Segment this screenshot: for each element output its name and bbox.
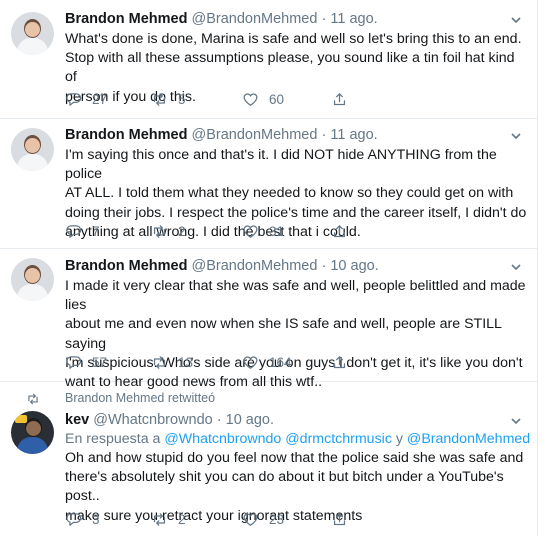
tweet-text-line: AT ALL. I told them what they needed to …	[65, 185, 514, 202]
tweet-header: kev @Whatcnbrowndo · 10 ago.	[65, 411, 274, 429]
share-icon	[333, 512, 346, 525]
retweeted-by-label[interactable]: Brandon Mehmed retwitteó	[65, 391, 215, 405]
heart-icon	[243, 355, 258, 369]
chevron-down-icon[interactable]	[510, 261, 522, 273]
tweet[interactable]: Brandon Mehmed @BrandonMehmed · 11 ago. …	[0, 0, 537, 119]
reply-context-conjunction: y	[395, 431, 403, 447]
share-button[interactable]	[331, 353, 348, 371]
separator-dot: ·	[321, 258, 327, 274]
retweet-count: 2	[178, 223, 186, 239]
like-count: 31	[269, 223, 285, 239]
reply-button[interactable]: 7	[65, 222, 100, 240]
share-button[interactable]	[331, 90, 348, 108]
avatar[interactable]	[11, 128, 54, 171]
author-name[interactable]: Brandon Mehmed	[65, 11, 187, 27]
retweet-icon	[153, 355, 166, 369]
reply-count: 27	[92, 91, 108, 107]
reply-count: 3	[92, 511, 100, 527]
tweet-actions: 27 5 60	[65, 90, 365, 108]
like-button[interactable]: 23	[242, 510, 284, 528]
tweet-actions: 57 13 164	[65, 353, 365, 371]
retweet-button[interactable]: 2	[151, 510, 186, 528]
retweet-count: 5	[178, 91, 186, 107]
tweet-text-line: I made it very clear that she was safe a…	[65, 278, 526, 314]
avatar[interactable]	[11, 12, 54, 55]
author-name[interactable]: Brandon Mehmed	[65, 258, 187, 274]
separator-dot: ·	[321, 11, 327, 27]
retweet-count: 2	[178, 511, 186, 527]
reply-icon	[66, 224, 82, 238]
reply-button[interactable]: 57	[65, 353, 107, 371]
tweet-text-line: Stop with all these assumptions please, …	[65, 50, 515, 86]
reply-button[interactable]: 27	[65, 90, 107, 108]
tweet[interactable]: Brandon Mehmed @BrandonMehmed · 10 ago. …	[0, 248, 537, 390]
like-button[interactable]: 164	[242, 353, 292, 371]
author-handle[interactable]: @Whatcnbrowndo	[93, 412, 213, 428]
author-handle[interactable]: @BrandonMehmed	[191, 127, 317, 143]
reply-icon	[66, 512, 82, 526]
share-icon	[333, 224, 346, 237]
retweet-icon	[28, 393, 38, 405]
mention-link[interactable]: @drmctchrmusic	[285, 431, 392, 447]
like-count: 164	[269, 354, 292, 370]
tweet-text-line: about me and even now when she IS safe a…	[65, 316, 502, 352]
timeline: Brandon Mehmed @BrandonMehmed · 11 ago. …	[0, 0, 538, 536]
author-name[interactable]: kev	[65, 412, 89, 428]
heart-icon	[243, 224, 258, 238]
tweet-actions: 7 2 31	[65, 222, 365, 240]
tweet[interactable]: Brandon Mehmed @BrandonMehmed · 11 ago. …	[0, 118, 537, 249]
like-count: 23	[269, 511, 285, 527]
author-handle[interactable]: @BrandonMehmed	[191, 258, 317, 274]
timestamp[interactable]: 10 ago.	[330, 258, 378, 274]
tweet[interactable]: Brandon Mehmed retwitteó kev @Whatcnbrow…	[0, 381, 537, 536]
like-button[interactable]: 31	[242, 222, 284, 240]
retweet-icon	[153, 512, 166, 526]
retweet-icon	[153, 92, 166, 106]
avatar[interactable]	[11, 411, 54, 454]
tweet-text-line: there's absolutely shit you can do about…	[65, 469, 504, 505]
heart-icon	[243, 92, 258, 106]
mention-link[interactable]: @Whatcnbrowndo	[164, 431, 281, 447]
separator-dot: ·	[216, 412, 222, 428]
timestamp[interactable]: 11 ago.	[330, 11, 377, 27]
separator-dot: ·	[321, 127, 327, 143]
tweet-text-line: I'm saying this once and that's it. I di…	[65, 147, 497, 183]
retweet-icon	[153, 224, 166, 238]
reply-button[interactable]: 3	[65, 510, 100, 528]
tweet-text-line: doing their jobs. I respect the police's…	[65, 204, 527, 221]
like-count: 60	[269, 91, 285, 107]
chevron-down-icon[interactable]	[510, 415, 522, 427]
reply-count: 7	[92, 223, 100, 239]
avatar[interactable]	[11, 258, 54, 301]
share-icon	[333, 92, 346, 105]
tweet-actions: 3 2 23	[65, 510, 365, 528]
reply-context-label: En respuesta a	[65, 431, 161, 447]
mention-link[interactable]: @BrandonMehmed	[407, 431, 530, 447]
author-handle[interactable]: @BrandonMehmed	[191, 11, 317, 27]
reply-count: 57	[92, 354, 108, 370]
tweet-text: I made it very clear that she was safe a…	[65, 277, 530, 392]
timestamp[interactable]: 11 ago.	[330, 127, 377, 143]
retweet-button[interactable]: 2	[151, 222, 186, 240]
chevron-down-icon[interactable]	[510, 14, 522, 26]
tweet-header: Brandon Mehmed @BrandonMehmed · 11 ago.	[65, 10, 378, 28]
heart-icon	[243, 512, 258, 526]
timestamp[interactable]: 10 ago.	[226, 412, 274, 428]
share-button[interactable]	[331, 510, 348, 528]
retweet-button[interactable]: 13	[151, 353, 193, 371]
chevron-down-icon[interactable]	[510, 130, 522, 142]
tweet-header: Brandon Mehmed @BrandonMehmed · 10 ago.	[65, 257, 379, 275]
tweet-text-line: What's done is done, Marina is safe and …	[65, 31, 522, 47]
reply-icon	[66, 92, 82, 106]
retweet-button[interactable]: 5	[151, 90, 186, 108]
retweet-count: 13	[178, 354, 194, 370]
like-button[interactable]: 60	[242, 90, 284, 108]
share-icon	[333, 355, 346, 368]
reply-icon	[66, 355, 82, 369]
reply-context: En respuesta a @Whatcnbrowndo @drmctchrm…	[65, 430, 530, 449]
tweet-header: Brandon Mehmed @BrandonMehmed · 11 ago.	[65, 126, 378, 144]
tweet-text-line: Oh and how stupid do you feel now that t…	[65, 450, 524, 466]
author-name[interactable]: Brandon Mehmed	[65, 127, 187, 143]
share-button[interactable]	[331, 222, 348, 240]
